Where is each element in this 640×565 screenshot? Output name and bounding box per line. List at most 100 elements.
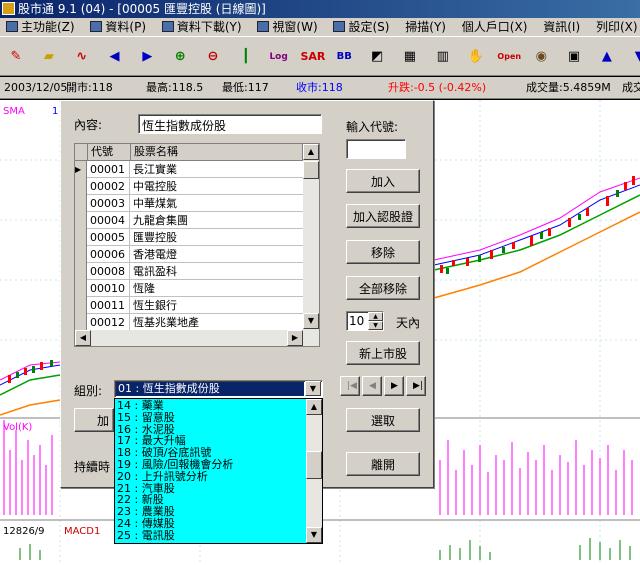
dropdown-scroll-up-icon[interactable]: ▲ xyxy=(306,399,322,415)
content-field[interactable]: 恆生指數成份股 xyxy=(138,114,322,134)
duration-label: 持續時 xyxy=(74,460,111,474)
wave-icon[interactable]: ∿ xyxy=(69,43,94,69)
scroll-left-icon[interactable]: ◀ xyxy=(75,330,91,346)
table-row[interactable]: 00012 恆基兆業地產 xyxy=(75,314,303,331)
bb-icon[interactable]: BB xyxy=(332,43,357,69)
remove-all-button[interactable]: 全部移除 xyxy=(346,276,420,300)
menu-print[interactable]: 列印(X) xyxy=(590,18,640,36)
stock-code-cell: 00010 xyxy=(88,280,130,297)
scroll-down-icon[interactable]: ▼ xyxy=(303,313,319,329)
eye-icon[interactable]: ◉ xyxy=(529,43,554,69)
table-row[interactable]: 00008 電訊盈科 xyxy=(75,263,303,280)
group-option[interactable]: 14 : 藥業 xyxy=(117,400,164,411)
row-indicator xyxy=(75,178,87,195)
group-option[interactable]: 17 : 最大升幅 xyxy=(117,435,186,446)
candlestick-icon[interactable]: ┃ xyxy=(233,43,258,69)
menu-scan[interactable]: 掃描(Y) xyxy=(399,18,452,36)
group-option[interactable]: 25 : 電訊股 xyxy=(117,530,175,541)
sma-value: 1 xyxy=(52,106,59,117)
camera-icon[interactable]: ▣ xyxy=(562,43,587,69)
dropdown-scrollbar[interactable]: ▲ ▼ xyxy=(306,399,322,543)
menu-download[interactable]: 資料下載(Y) xyxy=(156,18,248,36)
row-indicator xyxy=(75,212,87,229)
dropdown-scroll-down-icon[interactable]: ▼ xyxy=(306,527,322,543)
select-button[interactable]: 選取 xyxy=(346,408,420,432)
arrow-left-icon[interactable]: ◀ xyxy=(102,43,127,69)
group-option[interactable]: 18 : 破頂/谷底訊號 xyxy=(117,447,211,458)
add-button[interactable]: 加入 xyxy=(346,169,420,193)
scroll-right-icon[interactable]: ▶ xyxy=(287,330,303,346)
menu-main[interactable]: 主功能(Z) xyxy=(0,18,81,36)
arrow-right-icon[interactable]: ▶ xyxy=(135,43,160,69)
quote-close: 收市:118 xyxy=(296,81,343,94)
group-select[interactable]: 01 : 恆生指數成份股 ▼ xyxy=(114,380,323,398)
remove-button[interactable]: 移除 xyxy=(346,240,420,264)
group-option[interactable]: 15 : 留意股 xyxy=(117,412,175,423)
grid-vertical-scrollbar[interactable]: ▲ ▼ xyxy=(303,144,319,330)
table-row[interactable]: 00004 九龍倉集團 xyxy=(75,212,303,229)
arrow-down-icon[interactable]: ▼ xyxy=(627,43,640,69)
nav-first-button[interactable]: |◀ xyxy=(340,376,360,396)
menu-settings[interactable]: 設定(S) xyxy=(327,18,395,36)
nav-next-button[interactable]: ▶ xyxy=(384,376,404,396)
pen-icon[interactable]: ✎ xyxy=(4,43,28,69)
table-row[interactable]: 00006 香港電燈 xyxy=(75,246,303,263)
menu-data[interactable]: 資料(P) xyxy=(84,18,152,36)
grid-horizontal-scrollbar[interactable]: ◀ ▶ xyxy=(75,330,319,346)
download-icon xyxy=(161,21,174,32)
zoom-out-icon[interactable]: ⊖ xyxy=(200,43,225,69)
zoom-in-icon[interactable]: ⊕ xyxy=(168,43,193,69)
stock-name-cell: 中電控股 xyxy=(133,180,177,193)
table-row[interactable]: 00005 匯豐控股 xyxy=(75,229,303,246)
stock-name-cell: 中華煤氣 xyxy=(133,197,177,210)
table-row[interactable]: 00003 中華煤氣 xyxy=(75,195,303,212)
group-option[interactable]: 20 : 上升訊號分析 xyxy=(117,471,208,482)
stock-name-cell: 電訊盈科 xyxy=(133,265,177,278)
group-option[interactable]: 16 : 水泥股 xyxy=(117,424,175,435)
scroll-thumb[interactable] xyxy=(303,161,319,179)
input-code-field[interactable] xyxy=(346,139,406,159)
window-icon xyxy=(257,21,270,32)
add-warrant-button[interactable]: 加入認股證 xyxy=(346,204,420,228)
log-scale-icon[interactable]: Log xyxy=(266,43,291,69)
menu-window[interactable]: 視窗(W) xyxy=(251,18,323,36)
group-option[interactable]: 19 : 風險/回報機會分析 xyxy=(117,459,233,470)
contrast-icon[interactable]: ◩ xyxy=(365,43,390,69)
menu-info[interactable]: 資訊(I) xyxy=(537,18,586,36)
nav-last-button[interactable]: ▶| xyxy=(406,376,426,396)
nav-prev-button[interactable]: ◀ xyxy=(362,376,382,396)
column-header-name[interactable]: 股票名稱 xyxy=(131,144,303,161)
chart-icon xyxy=(6,21,18,32)
exit-button[interactable]: 離開 xyxy=(346,452,420,476)
group-option[interactable]: 23 : 農業股 xyxy=(117,506,175,517)
table-row[interactable]: 00002 中電控股 xyxy=(75,178,303,195)
table-row[interactable]: 00010 恆隆 xyxy=(75,280,303,297)
dropdown-arrow-icon[interactable]: ▼ xyxy=(305,381,321,396)
stepper-down-icon[interactable]: ▼ xyxy=(368,321,383,330)
grid-icon[interactable]: ▦ xyxy=(397,43,422,69)
row-indicator xyxy=(75,280,87,297)
dropdown-scroll-thumb[interactable] xyxy=(306,451,322,479)
column-header-code[interactable]: 代號 xyxy=(88,144,131,161)
stock-name-cell: 匯豐控股 xyxy=(133,231,177,244)
menu-account[interactable]: 個人戶口(X) xyxy=(456,18,534,36)
volume-label: Vol(K) xyxy=(3,422,33,433)
group-option[interactable]: 24 : 傳媒股 xyxy=(117,518,175,529)
group-option[interactable]: 21 : 汽車股 xyxy=(117,483,175,494)
open-folder-icon[interactable]: ▰ xyxy=(36,43,61,69)
bars-icon[interactable]: ▥ xyxy=(430,43,455,69)
sar-button[interactable]: SAR xyxy=(299,43,325,69)
group-option[interactable]: 22 : 新股 xyxy=(117,494,164,505)
days-stepper[interactable]: 10 ▲ ▼ xyxy=(346,311,384,331)
scroll-up-icon[interactable]: ▲ xyxy=(303,144,319,160)
open-button[interactable]: Open xyxy=(496,43,521,69)
table-row[interactable]: 00011 恆生銀行 xyxy=(75,297,303,314)
stepper-up-icon[interactable]: ▲ xyxy=(368,312,383,321)
content-label: 內容: xyxy=(74,118,103,132)
arrow-up-icon[interactable]: ▲ xyxy=(594,43,619,69)
hand-icon[interactable]: ✋ xyxy=(463,43,488,69)
table-row[interactable]: ▶ 00001 長江實業 xyxy=(75,161,303,178)
new-listing-button[interactable]: 新上市股 xyxy=(346,341,420,365)
group-options-list[interactable]: 14 : 藥業 15 : 留意股 16 : 水泥股 17 : 最大升幅 18 : 破頂/… xyxy=(114,398,323,544)
add-group-button[interactable]: 加 xyxy=(74,408,114,432)
